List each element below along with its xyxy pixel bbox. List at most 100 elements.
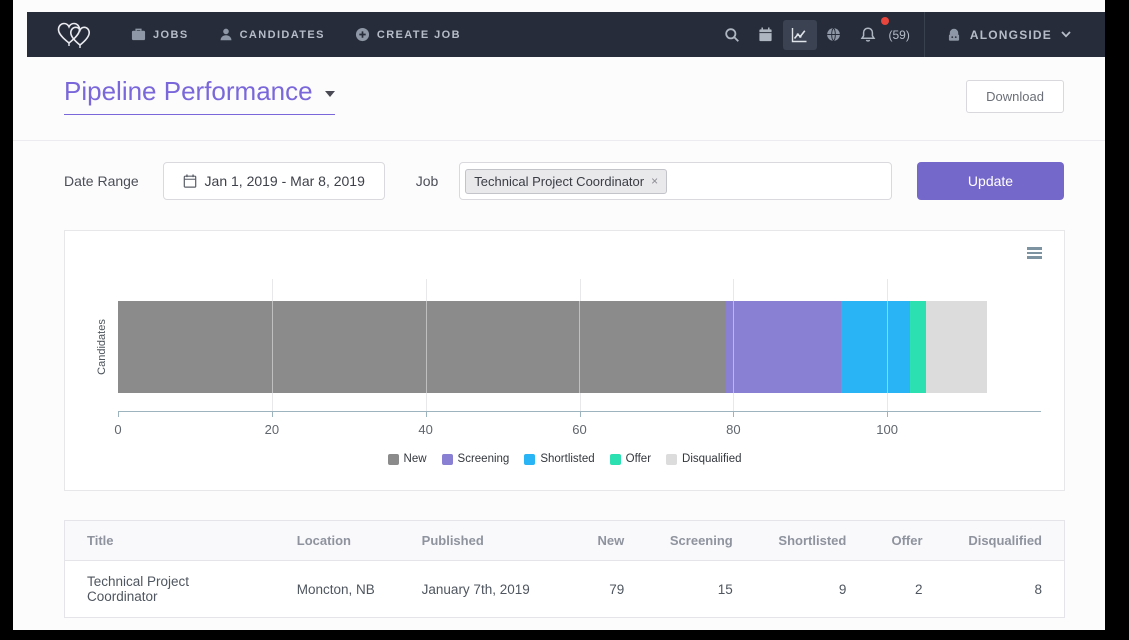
x-tick-label: 0 — [114, 422, 121, 437]
legend-label: Disqualified — [682, 453, 741, 465]
chart-menu-icon[interactable] — [1027, 247, 1042, 259]
legend-label: New — [404, 453, 427, 465]
column-header-location[interactable]: Location — [275, 521, 400, 561]
bar-segment-shortlisted[interactable] — [841, 301, 910, 393]
table-cell: 15 — [646, 561, 754, 618]
account-menu[interactable]: ALONGSIDE — [947, 27, 1071, 42]
download-button[interactable]: Download — [966, 80, 1064, 113]
axis-tick — [272, 412, 273, 417]
calendar-icon[interactable] — [749, 20, 783, 50]
bar-segment-disqualified[interactable] — [926, 301, 988, 393]
column-header-screening[interactable]: Screening — [646, 521, 754, 561]
legend-item-offer[interactable]: Offer — [610, 453, 651, 465]
legend-swatch — [388, 454, 399, 465]
legend-label: Shortlisted — [540, 453, 594, 465]
legend-item-screening[interactable]: Screening — [442, 453, 510, 465]
date-range-value: Jan 1, 2019 - Mar 8, 2019 — [205, 173, 365, 189]
account-label: ALONGSIDE — [970, 28, 1052, 42]
column-header-offer[interactable]: Offer — [868, 521, 944, 561]
table-cell: January 7th, 2019 — [400, 561, 575, 618]
results-table-card: TitleLocationPublishedNewScreeningShortl… — [64, 520, 1065, 618]
date-range-label: Date Range — [64, 173, 139, 189]
x-tick-label: 60 — [572, 422, 586, 437]
app-page: JOBS CANDIDATES CREATE JOB — [13, 0, 1105, 630]
legend-swatch — [524, 454, 535, 465]
bar-gridline — [887, 301, 888, 393]
table-cell: 9 — [755, 561, 869, 618]
chart-card: Candidates 020406080100 NewScreeningShor… — [64, 230, 1065, 491]
x-tick-label: 40 — [418, 422, 432, 437]
table-body: Technical Project CoordinatorMoncton, NB… — [65, 561, 1064, 618]
nav-link-label: CANDIDATES — [240, 29, 325, 41]
column-header-shortlisted[interactable]: Shortlisted — [755, 521, 869, 561]
legend-swatch — [442, 454, 453, 465]
chart-icon[interactable] — [783, 20, 817, 50]
axis-tick — [733, 412, 734, 417]
report-selector[interactable]: Pipeline Performance — [64, 76, 335, 115]
nav-link-candidates[interactable]: CANDIDATES — [219, 27, 325, 42]
job-tag-label: Technical Project Coordinator — [474, 174, 644, 189]
table-cell: Moncton, NB — [275, 561, 400, 618]
legend-item-disqualified[interactable]: Disqualified — [666, 453, 741, 465]
y-axis-label: Candidates — [96, 319, 108, 375]
date-range-input[interactable]: Jan 1, 2019 - Mar 8, 2019 — [163, 162, 385, 200]
bar-gridline — [272, 301, 273, 393]
table-header-row: TitleLocationPublishedNewScreeningShortl… — [65, 521, 1064, 561]
job-label: Job — [416, 173, 439, 189]
legend-label: Screening — [458, 453, 510, 465]
top-navbar: JOBS CANDIDATES CREATE JOB — [27, 12, 1105, 57]
page-title: Pipeline Performance — [64, 76, 313, 107]
notification-count[interactable]: (59) — [889, 28, 910, 42]
nav-link-label: CREATE JOB — [377, 29, 461, 41]
x-tick-label: 100 — [876, 422, 898, 437]
header-divider — [13, 140, 1105, 141]
search-icon[interactable] — [715, 20, 749, 50]
nav-link-jobs[interactable]: JOBS — [131, 27, 189, 42]
organization-icon — [947, 27, 961, 42]
filters-bar: Date Range Jan 1, 2019 - Mar 8, 2019 Job… — [64, 162, 1064, 200]
bar-segment-new[interactable] — [118, 301, 726, 393]
nav-links: JOBS CANDIDATES CREATE JOB — [131, 27, 461, 42]
column-header-published[interactable]: Published — [400, 521, 575, 561]
x-axis-labels: 020406080100 — [118, 422, 1041, 438]
nav-link-label: JOBS — [153, 29, 189, 41]
legend-item-new[interactable]: New — [388, 453, 427, 465]
job-input[interactable]: Technical Project Coordinator × — [459, 162, 892, 200]
bar-gridline — [579, 301, 580, 393]
bar-segment-offer[interactable] — [910, 301, 925, 393]
hearts-logo-icon — [55, 20, 97, 50]
column-header-disqualified[interactable]: Disqualified — [945, 521, 1064, 561]
job-tag: Technical Project Coordinator × — [465, 169, 667, 194]
user-icon — [219, 27, 233, 42]
brand-logo[interactable] — [55, 20, 97, 50]
legend-swatch — [666, 454, 677, 465]
chart-legend: New Screening Shortlisted Offer Disqualified — [65, 453, 1064, 465]
results-table: TitleLocationPublishedNewScreeningShortl… — [65, 521, 1064, 617]
legend-label: Offer — [626, 453, 651, 465]
table-cell: 8 — [945, 561, 1064, 618]
legend-item-shortlisted[interactable]: Shortlisted — [524, 453, 594, 465]
column-header-title[interactable]: Title — [65, 521, 275, 561]
axis-tick — [887, 412, 888, 417]
x-tick-label: 20 — [265, 422, 279, 437]
bar-segment-screening[interactable] — [726, 301, 841, 393]
axis-tick — [118, 412, 119, 417]
legend-swatch — [610, 454, 621, 465]
nav-right-group: (59) ALONGSIDE — [715, 12, 1105, 57]
bar-gridline — [733, 301, 734, 393]
plus-circle-icon — [355, 27, 370, 42]
globe-icon[interactable] — [817, 20, 851, 50]
table-cell: 79 — [574, 561, 646, 618]
notification-dot — [881, 17, 889, 25]
briefcase-icon — [131, 27, 146, 42]
caret-down-icon — [325, 91, 335, 97]
nav-link-create-job[interactable]: CREATE JOB — [355, 27, 461, 42]
calendar-icon — [183, 174, 197, 188]
remove-tag-icon[interactable]: × — [651, 174, 658, 188]
bell-icon[interactable] — [851, 20, 885, 50]
table-row[interactable]: Technical Project CoordinatorMoncton, NB… — [65, 561, 1064, 618]
axis-tick — [580, 412, 581, 417]
column-header-new[interactable]: New — [574, 521, 646, 561]
update-button[interactable]: Update — [917, 162, 1064, 200]
chevron-down-icon — [1061, 31, 1071, 38]
